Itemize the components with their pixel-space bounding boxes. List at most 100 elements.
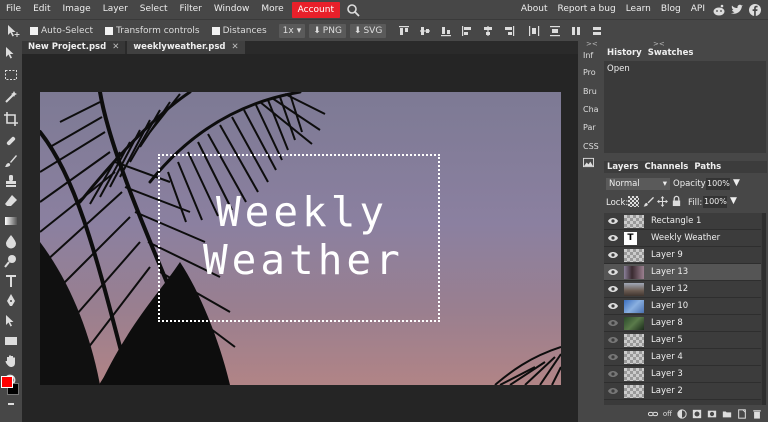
history-item[interactable]: Open <box>604 61 766 77</box>
marquee-tool-icon[interactable] <box>3 67 19 83</box>
tab-history[interactable]: History <box>604 48 645 58</box>
collapse-arrows[interactable]: >< <box>586 40 598 48</box>
distances-checkbox[interactable]: Distances <box>211 26 267 36</box>
magic-wand-tool-icon[interactable] <box>3 89 19 105</box>
fill-input[interactable]: 100% <box>703 196 727 208</box>
distribute-2-icon[interactable] <box>549 25 561 37</box>
layer-row[interactable]: Layer 12 <box>604 281 761 298</box>
tab-paths[interactable]: Paths <box>691 162 724 172</box>
align-vcenter-icon[interactable] <box>419 25 431 37</box>
search-icon[interactable] <box>346 3 360 17</box>
export-png-button[interactable]: ⬇ PNG <box>309 23 346 38</box>
align-right-icon[interactable] <box>503 25 515 37</box>
move-tool-icon[interactable] <box>6 24 20 38</box>
eye-icon[interactable] <box>608 234 618 242</box>
healing-tool-icon[interactable] <box>3 133 19 149</box>
path-select-tool-icon[interactable] <box>3 313 19 329</box>
twitter-icon[interactable] <box>730 3 744 17</box>
auto-select-checkbox[interactable]: Auto-Select <box>30 26 93 36</box>
menu-account[interactable]: Account <box>291 1 340 18</box>
crop-tool-icon[interactable] <box>3 111 19 127</box>
brush-tool-icon[interactable] <box>3 153 19 169</box>
eye-icon[interactable] <box>608 387 618 395</box>
eye-icon[interactable] <box>608 268 618 276</box>
blend-mode-select[interactable]: Normal ▾ <box>606 178 670 190</box>
export-svg-button[interactable]: ⬇ SVG <box>349 23 387 38</box>
foreground-color-swatch-top[interactable] <box>1 376 13 388</box>
layer-row[interactable]: Layer 9 <box>604 247 761 264</box>
layer-row[interactable]: Layer 13 <box>604 264 761 281</box>
eye-icon[interactable] <box>608 251 618 259</box>
panel-properties[interactable]: Pro <box>578 68 602 77</box>
lock-transparent-icon[interactable] <box>628 196 639 207</box>
scale-select[interactable]: 1x ▾ <box>278 23 306 38</box>
fill-layer-icon[interactable] <box>692 409 702 419</box>
swap-colors-icon[interactable] <box>8 403 14 405</box>
opacity-dropdown-icon[interactable]: ▼ <box>733 178 740 188</box>
menu-about[interactable]: About <box>516 0 553 19</box>
layer-row[interactable]: Layer 3 <box>604 366 761 383</box>
adjustment-icon[interactable] <box>677 408 687 419</box>
layer-row[interactable]: Layer 10 <box>604 298 761 315</box>
eye-icon[interactable] <box>608 336 618 344</box>
transform-controls-box[interactable] <box>105 26 114 35</box>
layer-row[interactable]: Layer 2 <box>604 383 761 400</box>
tab-channels[interactable]: Channels <box>641 162 691 172</box>
facebook-icon[interactable] <box>748 3 762 17</box>
move-tool-icon[interactable] <box>3 45 19 61</box>
stamp-tool-icon[interactable] <box>3 173 19 189</box>
lock-move-icon[interactable] <box>657 196 668 207</box>
panel-character[interactable]: Cha <box>578 105 602 114</box>
menu-more[interactable]: More <box>255 0 289 19</box>
eye-icon[interactable] <box>608 319 618 327</box>
workspace[interactable]: Weekly Weather <box>22 54 578 422</box>
panel-brush[interactable]: Bru <box>578 87 602 96</box>
eye-icon[interactable] <box>608 353 618 361</box>
folder-icon[interactable] <box>722 409 732 419</box>
distribute-4-icon[interactable] <box>591 25 603 37</box>
panel-paragraph[interactable]: Par <box>578 123 602 132</box>
menu-layer[interactable]: Layer <box>97 0 134 19</box>
close-icon[interactable]: ✕ <box>232 42 239 52</box>
image-panel-icon[interactable] <box>583 157 594 168</box>
eye-icon[interactable] <box>608 302 618 310</box>
transform-controls-checkbox[interactable]: Transform controls <box>105 26 200 36</box>
pen-tool-icon[interactable] <box>3 293 19 309</box>
lock-all-icon[interactable] <box>671 195 682 207</box>
auto-select-box[interactable] <box>30 26 38 35</box>
eraser-tool-icon[interactable] <box>3 193 19 209</box>
fill-dropdown-icon[interactable]: ▼ <box>730 196 737 206</box>
effects-off-label[interactable]: off <box>663 410 672 418</box>
eye-icon[interactable] <box>608 285 618 293</box>
reddit-icon[interactable] <box>712 3 726 17</box>
tab-weeklyweather[interactable]: weeklyweather.psd ✕ <box>127 41 245 54</box>
hand-tool-icon[interactable] <box>3 353 19 369</box>
tab-swatches[interactable]: Swatches <box>645 48 697 58</box>
menu-window[interactable]: Window <box>208 0 256 19</box>
distribute-3-icon[interactable] <box>570 25 582 37</box>
close-icon[interactable]: ✕ <box>112 42 119 52</box>
blur-tool-icon[interactable] <box>3 233 19 249</box>
menu-filter[interactable]: Filter <box>174 0 208 19</box>
link-icon[interactable] <box>647 409 658 419</box>
layer-row[interactable]: Rectangle 1 <box>604 213 761 230</box>
gradient-tool-icon[interactable] <box>3 213 19 229</box>
rectangle-tool-icon[interactable] <box>3 333 19 349</box>
tab-layers[interactable]: Layers <box>604 162 641 172</box>
trash-icon[interactable] <box>752 409 762 419</box>
canvas[interactable]: Weekly Weather <box>40 92 561 385</box>
type-tool-icon[interactable] <box>3 273 19 289</box>
tab-new-project[interactable]: New Project.psd ✕ <box>22 41 126 54</box>
mask-icon[interactable] <box>707 409 717 419</box>
align-top-icon[interactable] <box>398 25 410 37</box>
menu-api[interactable]: API <box>686 0 710 19</box>
layers-scrollbar[interactable] <box>762 213 766 405</box>
layer-row[interactable]: T Weekly Weather <box>604 230 761 247</box>
opacity-input[interactable]: 100% <box>706 178 730 190</box>
menu-file[interactable]: File <box>0 0 27 19</box>
distribute-1-icon[interactable] <box>528 25 540 37</box>
distances-box[interactable] <box>211 26 220 35</box>
layer-row[interactable]: Layer 4 <box>604 349 761 366</box>
menu-blog[interactable]: Blog <box>656 0 686 19</box>
align-hcenter-icon[interactable] <box>482 25 494 37</box>
